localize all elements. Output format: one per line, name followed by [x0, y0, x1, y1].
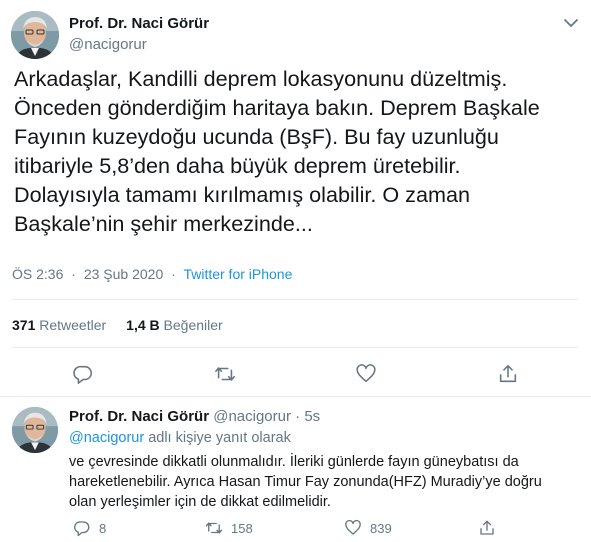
likes-label: Beğeniler [163, 317, 223, 333]
tweet-time[interactable]: ÖS 2:36 [12, 266, 63, 282]
like-action[interactable]: 839 [344, 518, 392, 538]
reply-icon [73, 521, 90, 537]
retweet-action[interactable]: 158 [205, 518, 253, 538]
tweet-text-line: Fayının kuzeydoğu ucunda (BşF). Bu fay u… [14, 124, 499, 149]
reply-count: 8 [99, 520, 107, 536]
reply-context: @nacigorur adlı kişiye yanıt olarak [69, 430, 291, 446]
reply-author-name[interactable]: Prof. Dr. Naci Görür [69, 408, 209, 425]
divider [12, 347, 578, 348]
author-handle[interactable]: @nacigorur [69, 36, 147, 53]
tweet-meta: ÖS 2:36 · 23 Şub 2020 · Twitter for iPho… [12, 266, 292, 282]
avatar[interactable] [12, 407, 58, 453]
avatar-image [11, 11, 59, 59]
like-count: 839 [370, 520, 392, 536]
avatar[interactable] [11, 11, 59, 59]
reply-context-mention[interactable]: @nacigorur [69, 430, 144, 446]
heart-icon [345, 519, 361, 535]
reply-icon[interactable] [72, 363, 94, 385]
reply-text-line: hareketlenebilir. Ayrıca Hasan Timur Fay… [69, 474, 542, 490]
reply-text: ve çevresinde dikkatli olunmalıdır. İler… [69, 452, 584, 512]
divider [12, 299, 578, 300]
reply-action[interactable]: 8 [73, 518, 106, 538]
tweet-text-line: Önceden gönderdiğim haritaya bakın. Depr… [14, 95, 540, 120]
meta-separator: · [171, 266, 176, 282]
retweet-count: 158 [231, 520, 253, 536]
retweet-icon [205, 522, 223, 534]
share-action[interactable] [478, 518, 504, 538]
tweet-text-line: itibariyle 5,8’den daha büyük deprem üre… [14, 153, 461, 178]
retweets-stat[interactable]: 371 Retweetler [12, 317, 106, 333]
reply-tweet[interactable]: Prof. Dr. Naci Görür @nacigorur · 5s @na… [0, 397, 591, 542]
meta-separator: · [71, 266, 76, 282]
reply-header: Prof. Dr. Naci Görür @nacigorur · 5s [69, 408, 320, 425]
tweet-text-line: Başkale’nin şehir merkezinde... [14, 211, 313, 236]
reply-author-handle[interactable]: @nacigorur [213, 408, 291, 425]
tweet-date[interactable]: 23 Şub 2020 [84, 266, 163, 282]
reply-text-line: olan yerleşimler için de dikkat edilmeli… [69, 494, 331, 510]
share-icon [480, 520, 494, 535]
likes-stat[interactable]: 1,4 B Beğeniler [126, 317, 223, 333]
avatar-image [12, 407, 58, 453]
retweets-label: Retweetler [39, 317, 107, 333]
meta-separator: · [295, 408, 301, 425]
reply-context-text: adlı kişiye yanıt olarak [144, 430, 291, 446]
reply-time[interactable]: 5s [304, 408, 320, 425]
tweet-text: Arkadaşlar, Kandilli deprem lokasyonunu … [14, 64, 582, 238]
tweet-source-link[interactable]: Twitter for iPhone [183, 266, 292, 282]
tweet-text-line: Arkadaşlar, Kandilli deprem lokasyonunu … [14, 66, 508, 91]
main-tweet: Prof. Dr. Naci Görür @nacigorur Arkadaşl… [0, 0, 591, 396]
author-name[interactable]: Prof. Dr. Naci Görür [69, 15, 209, 32]
retweet-icon[interactable] [214, 363, 236, 385]
share-icon[interactable] [497, 363, 519, 385]
tweet-stats: 371 Retweetler 1,4 B Beğeniler [12, 317, 223, 333]
heart-icon[interactable] [355, 363, 377, 385]
chevron-down-icon[interactable] [562, 14, 580, 32]
reply-text-line: ve çevresinde dikkatli olunmalıdır. İler… [69, 454, 519, 470]
tweet-text-line: Dolayısıyla tamamı kırılmamış olabilir. … [14, 182, 470, 207]
likes-count: 1,4 B [126, 317, 160, 333]
retweets-count: 371 [12, 317, 36, 333]
